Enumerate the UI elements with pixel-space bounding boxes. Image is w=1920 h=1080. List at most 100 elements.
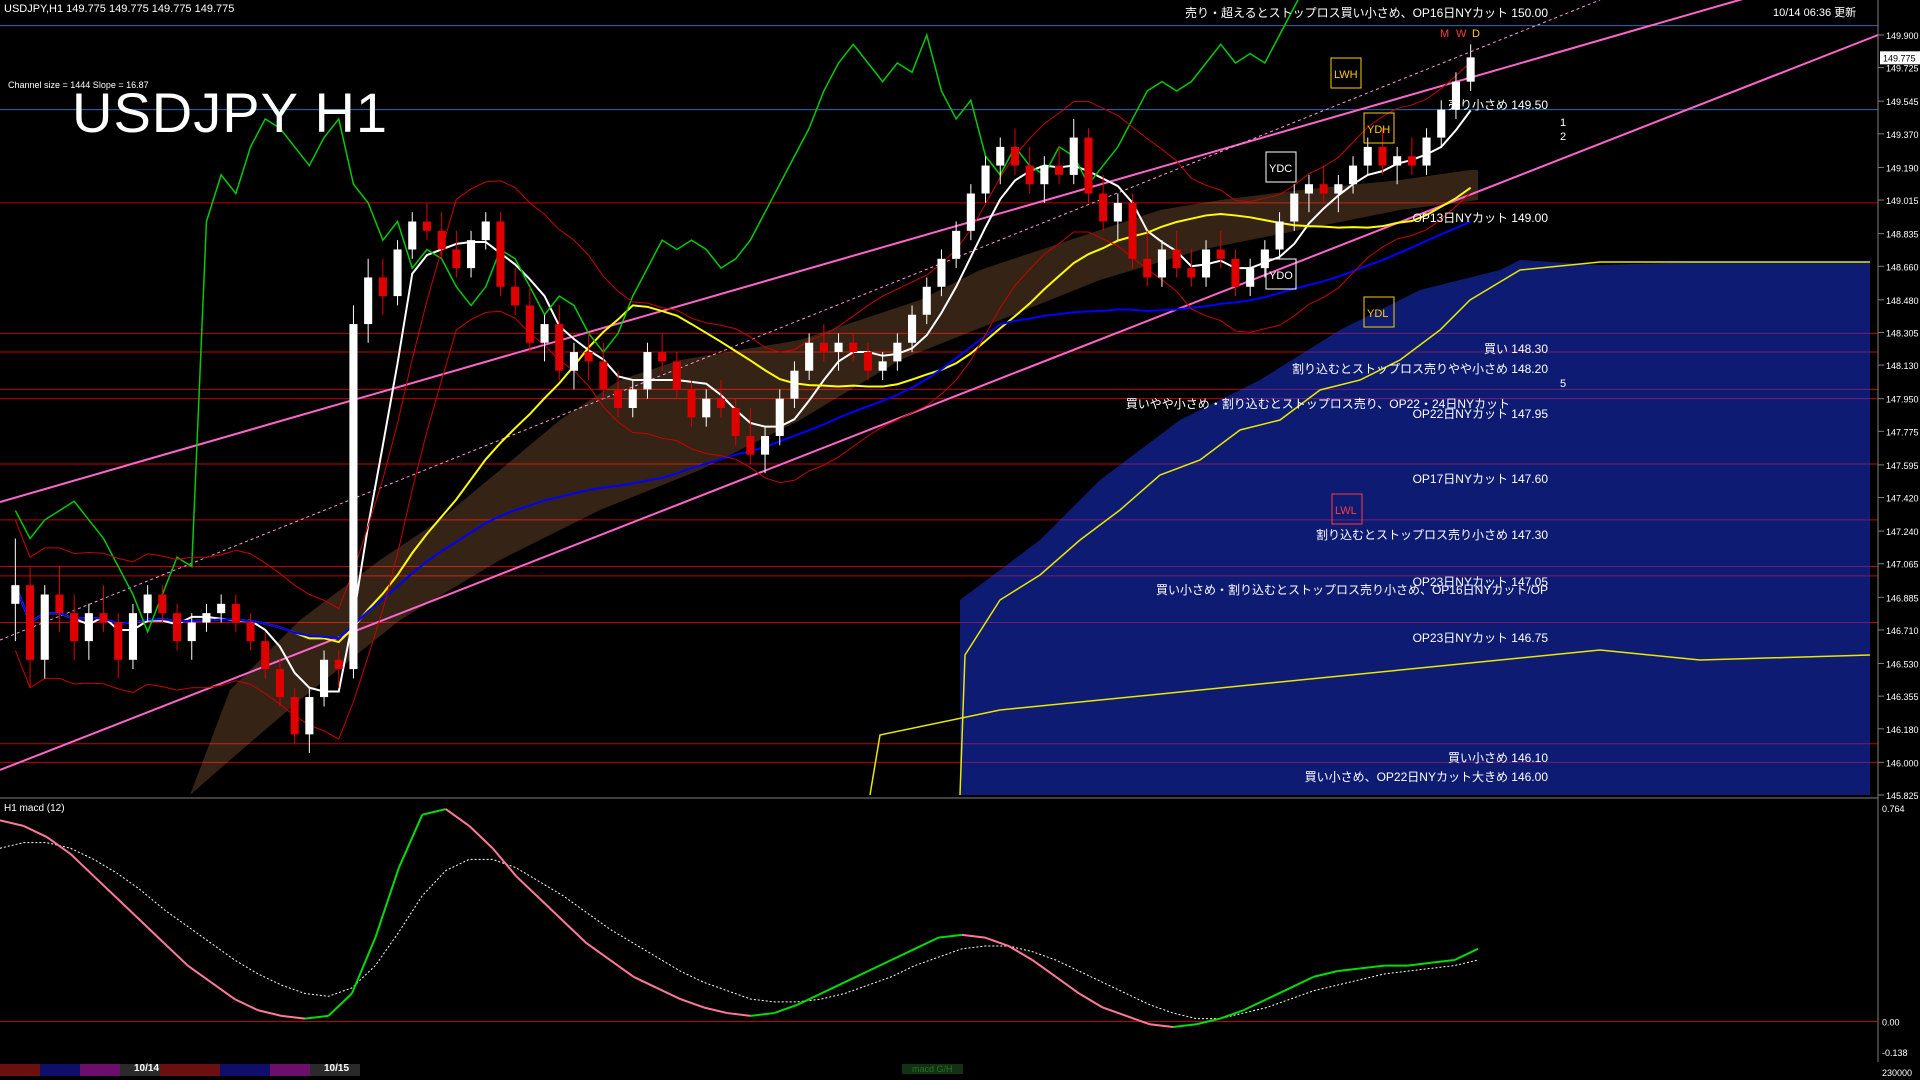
candle-body <box>981 165 990 194</box>
axis-tick-label: 146.180 <box>1886 725 1919 735</box>
candle-body <box>1363 146 1372 166</box>
axis-tick-label: 147.595 <box>1886 461 1919 471</box>
candle-body <box>775 398 784 436</box>
candle-body <box>996 146 1005 166</box>
date-tab-label[interactable]: 10/15 <box>324 1063 349 1074</box>
level-label: OP23日NYカット 146.75 <box>1413 631 1549 645</box>
candle-body <box>614 389 623 409</box>
candle-body <box>1304 184 1313 194</box>
axis-tick-label: 149.725 <box>1886 64 1919 74</box>
macd-panel-label: H1 macd (12) <box>4 803 65 814</box>
candle-body <box>408 221 417 250</box>
box-label: YDC <box>1269 163 1292 175</box>
level-label: 割り込むとストップロス売りやや小さめ 148.20 <box>1292 361 1548 376</box>
candle-body <box>1393 156 1402 166</box>
candle-body <box>1246 268 1255 287</box>
date-tab-bar <box>160 1064 220 1076</box>
candle-body <box>716 398 725 409</box>
date-tab-bar <box>40 1064 80 1076</box>
mwd-label: D <box>1472 28 1480 40</box>
candle-body <box>187 622 196 642</box>
axis-tick-label: 147.420 <box>1886 494 1919 504</box>
axis-tick-label: 148.130 <box>1886 361 1919 371</box>
last-price-label: 149.775 <box>1883 53 1916 63</box>
chart-title: USDJPY H1 <box>72 81 389 144</box>
candle-body <box>84 613 93 642</box>
box-label: YDL <box>1367 308 1388 320</box>
candle-body <box>320 659 329 698</box>
macd-axis-label: 0.764 <box>1882 804 1905 814</box>
macd-axis-label: -0.138 <box>1882 1048 1908 1058</box>
candle-body <box>1319 184 1328 194</box>
candle-body <box>202 613 211 623</box>
candle-body <box>1172 249 1181 269</box>
candle-body <box>128 613 137 660</box>
level-label: 売り・超えるとストップロス買い小さめ、OP16日NYカット 150.00 <box>1185 5 1548 20</box>
candle-body <box>1128 202 1137 259</box>
axis-tick-label: 149.545 <box>1886 97 1919 107</box>
candle-body <box>569 352 578 371</box>
level-label: OP13日NYカット 149.00 <box>1413 211 1549 225</box>
axis-tick-label: 146.710 <box>1886 626 1919 636</box>
candle-body <box>1231 258 1240 287</box>
candle-body <box>805 342 814 371</box>
candle-body <box>1143 258 1152 278</box>
axis-tick-label: 149.190 <box>1886 163 1919 173</box>
candle-body <box>496 221 505 287</box>
axis-tick-label: 145.825 <box>1886 791 1919 801</box>
axis-tick-label: 146.000 <box>1886 758 1919 768</box>
candle-body <box>1055 165 1064 175</box>
candle-body <box>599 361 608 390</box>
mwd-label: W <box>1456 28 1467 40</box>
box-label: YDO <box>1269 270 1293 282</box>
chart-canvas: 売り・超えるとストップロス買い小さめ、OP16日NYカット 150.00 売り小さ… <box>0 0 1920 1080</box>
candle-body <box>1407 156 1416 166</box>
candle-body <box>378 277 387 297</box>
box-label: YDH <box>1367 124 1390 136</box>
channel-marker: 5 <box>1560 378 1566 390</box>
candle-body <box>1040 165 1049 185</box>
axis-tick-label: 146.885 <box>1886 593 1919 603</box>
candle-body <box>422 221 431 231</box>
candle-body <box>893 342 902 362</box>
candle-body <box>511 286 520 306</box>
candle-body <box>26 585 35 660</box>
axis-tick-label: 146.530 <box>1886 660 1919 670</box>
date-tab-label[interactable]: 10/14 <box>134 1063 159 1074</box>
axis-tick-label: 149.015 <box>1886 196 1919 206</box>
candle-body <box>40 594 49 660</box>
candle-body <box>114 622 123 660</box>
date-tab-bar <box>80 1064 120 1076</box>
candle-body <box>70 613 79 642</box>
candle-body <box>99 613 108 623</box>
candle-body <box>1334 184 1343 194</box>
candle-body <box>231 603 240 623</box>
axis-tick-label: 149.370 <box>1886 130 1919 140</box>
macd-axis-label: 0.00 <box>1882 1017 1900 1027</box>
candle-body <box>1202 249 1211 278</box>
candle-body <box>761 435 770 455</box>
candle-body <box>290 697 299 735</box>
level-label: 買い小さめ、OP22日NYカット大きめ 146.00 <box>1305 770 1549 784</box>
candle-body <box>863 352 872 371</box>
candle-body <box>1216 249 1225 259</box>
candle-body <box>908 314 917 343</box>
candle-body <box>790 370 799 399</box>
candle-body <box>393 249 402 297</box>
candle-body <box>217 603 226 614</box>
candle-body <box>11 585 20 604</box>
candle-body <box>364 277 373 325</box>
candle-body <box>1290 193 1299 222</box>
candle-body <box>437 230 446 250</box>
candle-body <box>658 352 667 362</box>
box-label: LWL <box>1335 505 1357 517</box>
candle-body <box>1349 165 1358 185</box>
candle-body <box>849 342 858 353</box>
mwd-label: M <box>1440 28 1449 40</box>
candle-body <box>922 286 931 315</box>
axis-tick-label: 147.065 <box>1886 560 1919 570</box>
axis-tick-label: 147.950 <box>1886 395 1919 405</box>
level-label: OP22日NYカット 147.95 <box>1413 407 1549 421</box>
candle-body <box>55 594 64 614</box>
candle-body <box>525 305 534 343</box>
